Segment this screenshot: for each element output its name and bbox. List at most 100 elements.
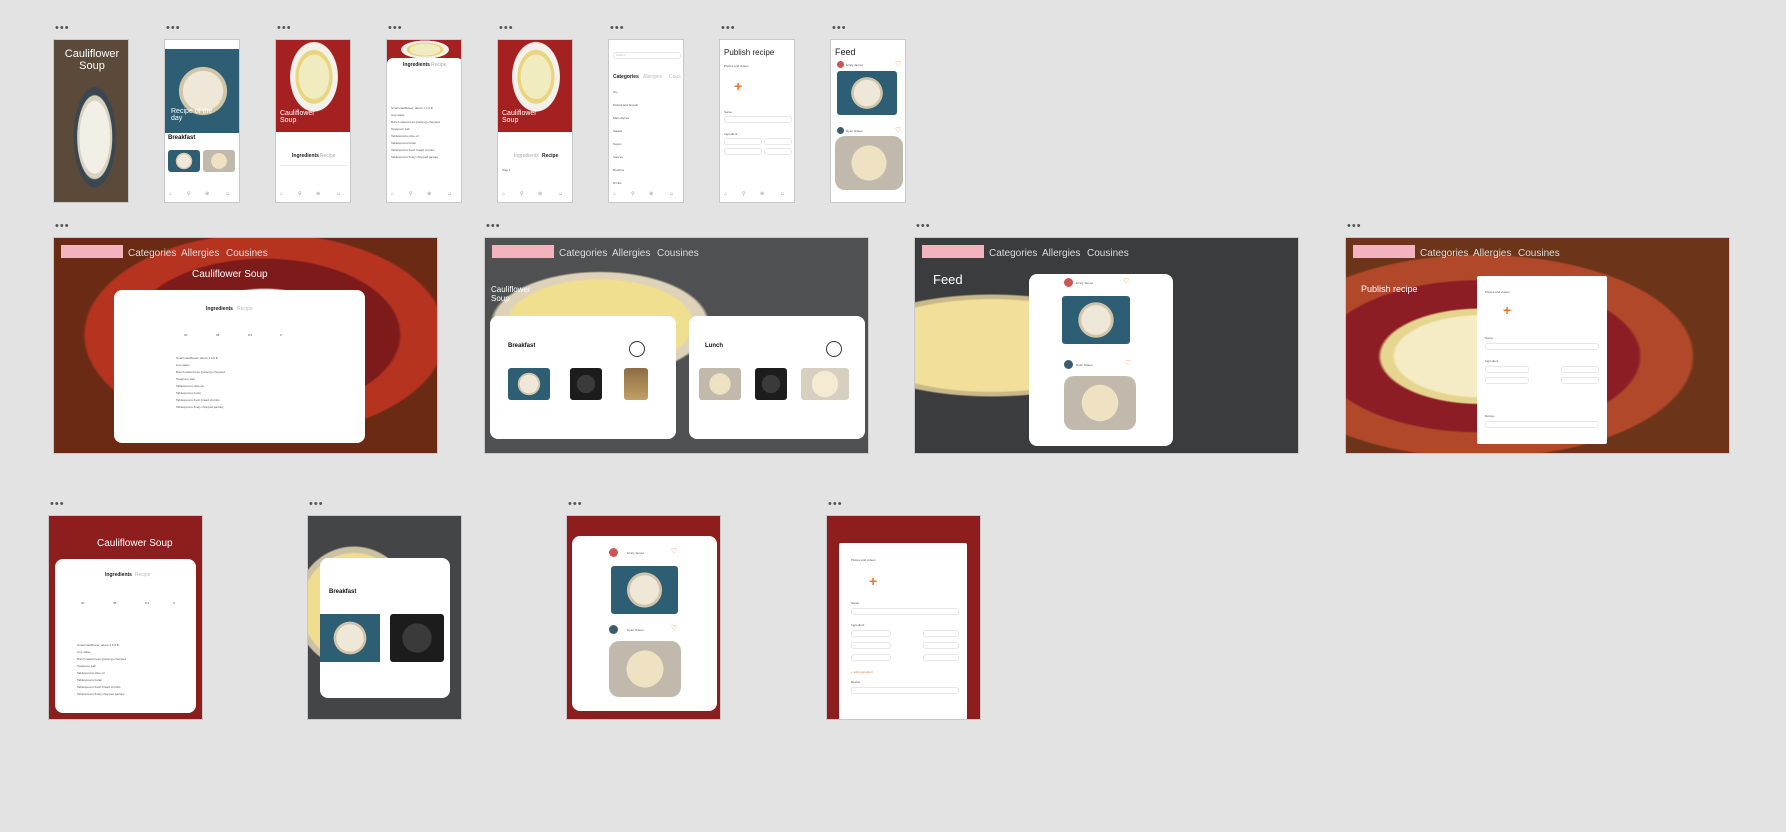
like-icon[interactable]: ♡ — [895, 126, 901, 134]
ingredient-field[interactable] — [851, 642, 891, 649]
tab-ingredients[interactable]: Ingredients — [206, 306, 233, 312]
logo-placeholder[interactable] — [61, 245, 123, 258]
breakfast-thumb[interactable] — [320, 614, 380, 662]
post-image[interactable] — [835, 136, 903, 190]
tab-recipe[interactable]: Recipe — [320, 153, 336, 159]
nav-allergies[interactable]: Allergies — [612, 248, 650, 259]
post-author[interactable]: Emily James — [627, 551, 644, 555]
search-icon[interactable]: ⚲ — [631, 191, 635, 197]
tab-recipe[interactable]: Recipe — [237, 306, 253, 312]
avatar[interactable] — [837, 127, 844, 134]
home-icon[interactable]: ⌂ — [724, 191, 727, 197]
search-icon[interactable]: ⚲ — [409, 191, 413, 197]
frame-handle[interactable]: ••• — [568, 499, 583, 510]
breakfast-thumb[interactable] — [570, 368, 602, 400]
post-image[interactable] — [609, 641, 681, 697]
post-author[interactable]: Emily James — [1076, 281, 1093, 285]
breakfast-card[interactable]: Breakfast — [320, 558, 450, 698]
name-field[interactable] — [724, 116, 792, 123]
avatar[interactable] — [1064, 278, 1073, 287]
name-field[interactable] — [851, 608, 959, 615]
home-icon[interactable]: ⌂ — [502, 191, 505, 197]
search-icon[interactable]: ⚲ — [298, 191, 302, 197]
tab-allergies[interactable]: Allergies — [643, 74, 662, 80]
post-author[interactable]: Ryan Odeon — [1076, 363, 1093, 367]
quantity-field[interactable] — [1561, 377, 1599, 384]
breakfast-thumb[interactable] — [390, 614, 444, 662]
category-item[interactable]: Sauces — [613, 155, 623, 159]
breakfast-card[interactable]: Breakfast — [490, 316, 676, 439]
nav-cousines[interactable]: Cousines — [1518, 248, 1560, 259]
nav-allergies[interactable]: Allergies — [1042, 248, 1080, 259]
profile-icon[interactable]: ☺ — [558, 191, 563, 197]
tab-recipe[interactable]: Recipe — [542, 153, 558, 159]
quantity-field[interactable] — [764, 148, 792, 155]
home-icon[interactable]: ⌂ — [280, 191, 283, 197]
tab-ingredients[interactable]: Ingredients — [403, 62, 430, 68]
frame-handle[interactable]: ••• — [1347, 221, 1362, 232]
recipe-field[interactable] — [851, 687, 959, 694]
category-item[interactable]: Soups — [613, 142, 622, 146]
name-field[interactable] — [1485, 343, 1599, 350]
logo-placeholder[interactable] — [492, 245, 554, 258]
frame-handle[interactable]: ••• — [166, 23, 181, 34]
post-image[interactable] — [1064, 376, 1136, 430]
tab-ingredients[interactable]: Ingredients — [292, 153, 319, 159]
quantity-field[interactable] — [923, 630, 959, 637]
frame-handle[interactable]: ••• — [277, 23, 292, 34]
recipe-field[interactable] — [1485, 421, 1599, 428]
quantity-field[interactable] — [764, 138, 792, 145]
lunch-thumb[interactable] — [755, 368, 787, 400]
tab-categories[interactable]: Categories — [613, 74, 639, 80]
nav-categories[interactable]: Categories — [559, 248, 607, 259]
search-icon[interactable]: ⚲ — [742, 191, 746, 197]
nav-cousines[interactable]: Cousines — [657, 248, 699, 259]
nav-categories[interactable]: Categories — [1420, 248, 1468, 259]
frame-handle[interactable]: ••• — [309, 499, 324, 510]
breakfast-thumb[interactable] — [203, 150, 235, 172]
add-ingredient-link[interactable]: + add ingredient — [851, 670, 873, 674]
category-item[interactable]: Dry — [613, 90, 618, 94]
nav-categories[interactable]: Categories — [989, 248, 1037, 259]
ingredient-field[interactable] — [851, 654, 891, 661]
add-media-icon[interactable]: + — [869, 573, 877, 589]
like-icon[interactable]: ♡ — [671, 547, 677, 555]
frame-handle[interactable]: ••• — [388, 23, 403, 34]
home-icon[interactable]: ⌂ — [613, 191, 616, 197]
profile-icon[interactable]: ☺ — [669, 191, 674, 197]
home-icon[interactable]: ⌂ — [391, 191, 394, 197]
post-author[interactable]: Ryan Odeon — [627, 628, 644, 632]
logo-placeholder[interactable] — [1353, 245, 1415, 258]
frame-handle[interactable]: ••• — [828, 499, 843, 510]
profile-icon[interactable]: ☺ — [780, 191, 785, 197]
frame-handle[interactable]: ••• — [55, 221, 70, 232]
nav-cousines[interactable]: Cousines — [226, 248, 268, 259]
avatar[interactable] — [609, 625, 618, 634]
ingredient-field[interactable] — [724, 148, 762, 155]
add-icon[interactable]: ⊕ — [427, 191, 431, 197]
category-item[interactable]: Salads — [613, 129, 622, 133]
frame-handle[interactable]: ••• — [486, 221, 501, 232]
profile-icon[interactable]: ☺ — [225, 191, 230, 197]
ingredient-field[interactable] — [724, 138, 762, 145]
profile-icon[interactable]: ☺ — [447, 191, 452, 197]
frame-handle[interactable]: ••• — [499, 23, 514, 34]
quantity-field[interactable] — [923, 642, 959, 649]
lunch-thumb[interactable] — [699, 368, 741, 400]
add-icon[interactable]: ⊕ — [649, 191, 653, 197]
add-icon[interactable]: ⊕ — [760, 191, 764, 197]
post-author[interactable]: Emily James — [846, 63, 863, 67]
post-image[interactable] — [837, 71, 897, 115]
profile-icon[interactable]: ☺ — [336, 191, 341, 197]
post-image[interactable] — [611, 566, 678, 614]
tab-recipe[interactable]: Recipe — [431, 62, 447, 68]
frame-handle[interactable]: ••• — [55, 23, 70, 34]
ingredient-field[interactable] — [1485, 366, 1529, 373]
breakfast-thumb[interactable] — [624, 368, 648, 400]
quantity-field[interactable] — [923, 654, 959, 661]
category-item[interactable]: Pastas and breads — [613, 103, 638, 107]
breakfast-icon[interactable] — [629, 341, 645, 357]
add-icon[interactable]: ⊕ — [538, 191, 542, 197]
like-icon[interactable]: ♡ — [671, 624, 677, 632]
search-icon[interactable]: ⚲ — [520, 191, 524, 197]
